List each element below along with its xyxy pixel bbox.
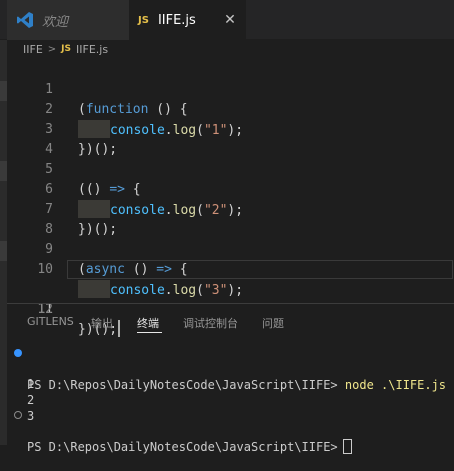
tab-welcome[interactable]: 欢迎 [7,0,129,40]
terminal-cursor [342,439,352,454]
code-line: 6 console.log("2"); [7,160,454,218]
gutter-marker [0,241,7,261]
activity-strip [0,0,7,445]
panel-divider [7,303,454,304]
vscode-icon [16,11,34,29]
js-file-icon: JS [61,44,71,54]
code-line: 10 console.log("3"); [7,240,454,298]
terminal-line: PS D:\Repos\DailyNotesCode\JavaScript\II… [7,345,446,392]
terminal-prompt: PS D:\Repos\DailyNotesCode\JavaScript\II… [27,378,345,392]
code-line: 5 (() => { [7,140,454,197]
code-line: 9 (async () => { [7,220,454,277]
close-icon[interactable]: ✕ [221,11,239,29]
code-line: 7 })(); [7,180,454,237]
active-tab-indicator [137,332,162,333]
breadcrumb-file[interactable]: IIFE.js [76,43,108,56]
terminal-line: PS D:\Repos\DailyNotesCode\JavaScript\II… [7,407,352,454]
code-line: 8 [7,200,454,237]
breadcrumb: IIFE > JS IIFE.js [23,41,108,57]
chevron-right-icon: > [47,43,57,55]
panel-tab-problems[interactable]: 问题 [262,315,284,331]
gutter-marker [0,81,7,101]
editor-tab-bar: 欢迎 JS IIFE.js ✕ [0,0,454,40]
code-line: 2 console.log("1"); [7,80,454,138]
code-line: 12 [7,280,454,317]
js-icon: JS [138,14,149,26]
code-line: 3 })(); [7,100,454,157]
code-line-current: 11 })(); [7,260,454,337]
panel-tab-gitlens[interactable]: GITLENS [27,315,74,328]
text-cursor [118,320,121,337]
current-line-highlight [67,260,453,279]
panel-tab-terminal[interactable]: 终端 [137,315,159,331]
terminal-command: node .\IIFE.js [344,378,447,392]
code-line: 4 [7,120,454,157]
gutter-marker [0,161,7,181]
panel-tab-debug-console[interactable]: 调试控制台 [183,315,238,331]
code-editor[interactable]: 1 (function () { 2 console.log("1"); 3 }… [7,60,454,337]
terminal-prompt: PS D:\Repos\DailyNotesCode\JavaScript\II… [27,440,338,454]
terminal-output-line: 1 [27,377,35,391]
tab-iife-js[interactable]: JS IIFE.js ✕ [129,0,246,40]
panel-tab-output[interactable]: 输出 [91,315,113,331]
command-success-icon [14,349,22,357]
command-pending-icon [14,411,22,419]
tab-iife-js-label: IIFE.js [157,12,196,28]
terminal-output-line: 2 [27,393,35,407]
terminal-output-line: 3 [27,409,35,423]
tab-welcome-label: 欢迎 [42,14,69,30]
code-line: 1 (function () { [7,60,454,117]
breadcrumb-folder[interactable]: IIFE [23,43,43,56]
